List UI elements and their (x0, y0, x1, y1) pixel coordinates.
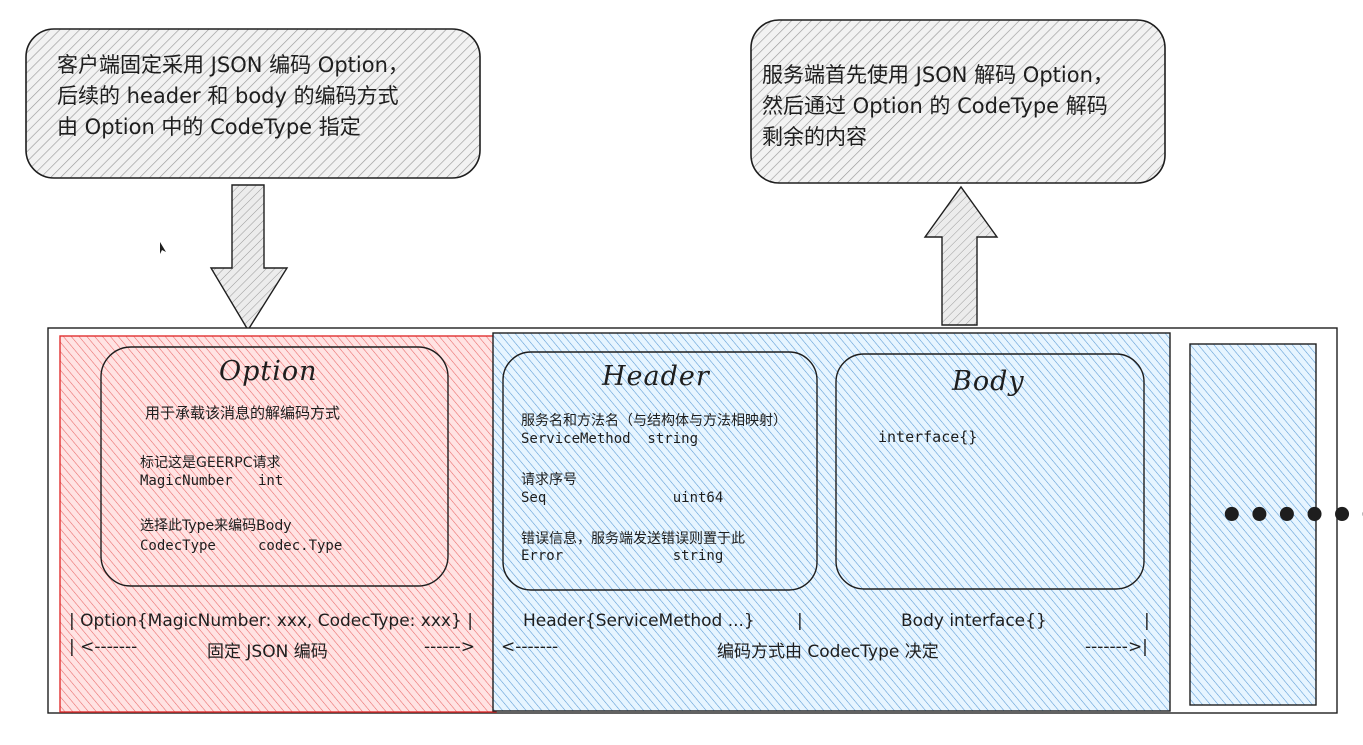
footer-option-arrow-right: ------> (424, 637, 476, 657)
header-field-2-desc: 请求序号 (521, 472, 577, 488)
option-title: Option (219, 356, 318, 387)
client-callout-text: 客户端固定采用 JSON 编码 Option， 后续的 header 和 bod… (57, 50, 409, 143)
header-field-1-decl: ServiceMethod string (521, 431, 699, 447)
up-arrow (923, 185, 999, 326)
client-callout-line-2: 后续的 header 和 body 的编码方式 (57, 84, 399, 108)
server-callout-line-3: 剩余的内容 (762, 125, 867, 149)
header-title: Header (602, 361, 710, 392)
header-field-3-decl: Error string (521, 548, 724, 564)
header-field-3-desc: 错误信息，服务端发送错误则置于此 (521, 531, 745, 547)
footer-option-struct: | Option{MagicNumber: xxx, CodecType: xx… (69, 611, 473, 631)
footer-rest-arrow-right: ------->| (1085, 637, 1148, 657)
footer-rest-encoding: 编码方式由 CodecType 决定 (717, 642, 939, 662)
option-field-2-decl: CodecType codec.Type (140, 538, 343, 554)
option-field-1-decl: MagicNumber int (140, 473, 284, 489)
footer-header-struct: Header{ServiceMethod ...} (523, 611, 755, 631)
footer-rest-arrow-left: <------- (501, 637, 559, 657)
option-field-1-desc: 标记这是GEERPC请求 (140, 455, 281, 471)
more-dots: •••••• (1219, 493, 1363, 539)
footer-option-arrow-left: | <------- (69, 637, 138, 657)
header-field-1-desc: 服务名和方法名（与结构体与方法相映射） (521, 413, 787, 429)
option-subtitle: 用于承载该消息的解编码方式 (145, 404, 341, 422)
server-callout-line-2: 然后通过 Option 的 CodeType 解码 (762, 94, 1108, 118)
header-field-2-decl: Seq uint64 (521, 490, 724, 506)
server-callout-text: 服务端首先使用 JSON 解码 Option， 然后通过 Option 的 Co… (762, 60, 1114, 153)
option-field-2-desc: 选择此Type来编码Body (140, 518, 292, 534)
server-callout-line-1: 服务端首先使用 JSON 解码 Option， (762, 63, 1114, 87)
body-content: interface{} (878, 428, 978, 446)
cursor-icon (160, 242, 166, 254)
client-callout-line-1: 客户端固定采用 JSON 编码 Option， (57, 53, 409, 77)
body-title: Body (952, 366, 1025, 397)
client-callout-line-3: 由 Option 中的 CodeType 指定 (57, 115, 361, 139)
footer-body-struct: Body interface{} (901, 611, 1047, 631)
down-arrow (209, 184, 289, 332)
footer-option-encoding: 固定 JSON 编码 (207, 642, 328, 662)
footer-end-bar: | (1144, 611, 1150, 631)
footer-separator: | (797, 611, 803, 631)
